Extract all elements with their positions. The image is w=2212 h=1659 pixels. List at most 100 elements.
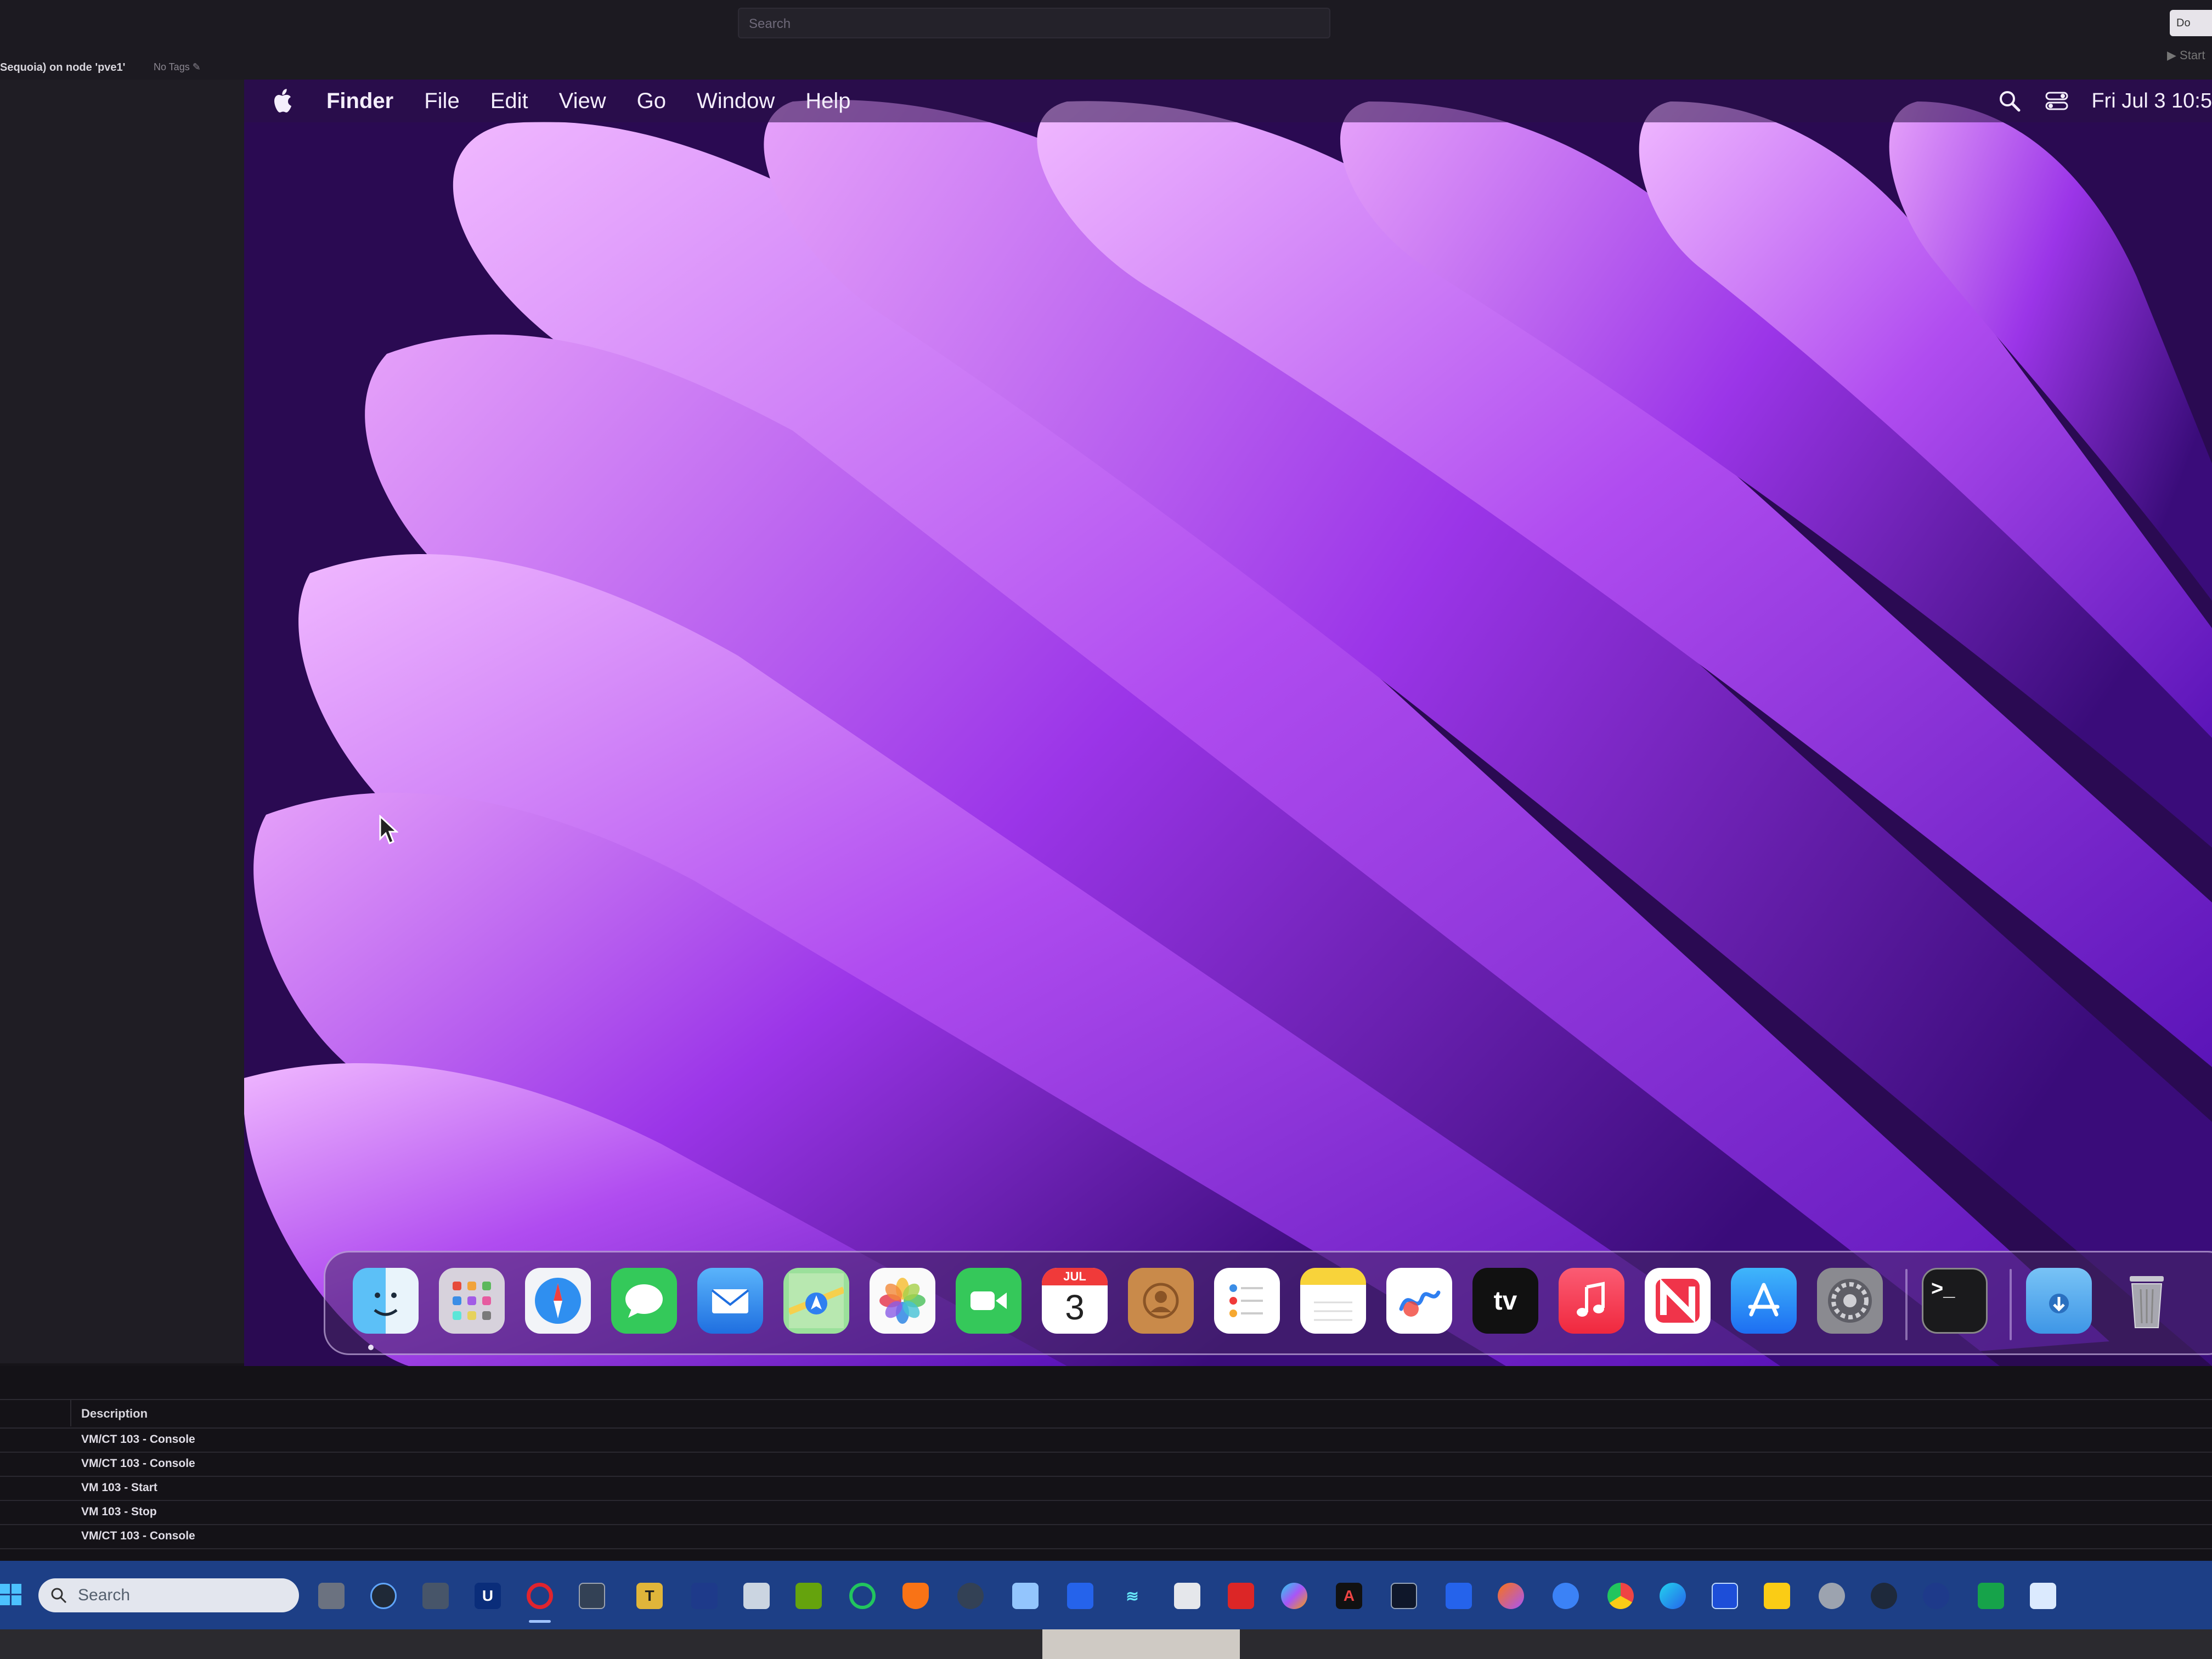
control-center-icon[interactable] bbox=[2044, 88, 2069, 114]
tags-label[interactable]: No Tags ✎ bbox=[154, 61, 201, 73]
downloads-folder-icon[interactable] bbox=[2026, 1268, 2092, 1334]
mail-icon[interactable] bbox=[697, 1268, 763, 1334]
photos-icon[interactable] bbox=[870, 1268, 935, 1334]
trash-icon[interactable] bbox=[2114, 1268, 2180, 1334]
table-row[interactable]: VM/CT 103 - Console bbox=[0, 1452, 2212, 1477]
table-row[interactable]: VM/CT 103 - Console bbox=[0, 1524, 2212, 1549]
minecraft-icon[interactable] bbox=[1978, 1583, 2004, 1609]
remote-desktop-icon[interactable] bbox=[579, 1583, 605, 1609]
table-row[interactable]: VM/CT 103 - Console bbox=[0, 1427, 2212, 1453]
proxmox-documentation-button[interactable]: Do bbox=[2170, 10, 2212, 36]
vm-title: Sequoia) on node 'pve1' bbox=[0, 61, 126, 74]
menu-view[interactable]: View bbox=[559, 89, 606, 114]
mac-menu-bar: Finder File Edit View Go Window Help Fri… bbox=[244, 80, 2212, 122]
opera-icon[interactable] bbox=[527, 1583, 553, 1609]
dock-separator bbox=[1905, 1269, 1908, 1340]
t-app-icon[interactable]: T bbox=[636, 1583, 663, 1609]
news-icon[interactable] bbox=[1645, 1268, 1711, 1334]
calendar-icon[interactable]: JUL 3 bbox=[1042, 1268, 1108, 1334]
snipping-tool-icon[interactable] bbox=[743, 1583, 770, 1609]
menu-bar-clock[interactable]: Fri Jul 3 10:5 bbox=[2091, 89, 2212, 113]
messages-icon[interactable] bbox=[611, 1268, 677, 1334]
pen-app-icon[interactable] bbox=[1067, 1583, 1093, 1609]
tags-text: No Tags bbox=[154, 61, 190, 72]
task-description: VM 103 - Stop bbox=[81, 1505, 157, 1518]
pencil-icon[interactable]: ✎ bbox=[193, 61, 201, 72]
windows-taskbar: Search U T ≋ A bbox=[0, 1561, 2212, 1629]
chrome-icon[interactable] bbox=[1607, 1583, 1634, 1609]
task-table-header bbox=[0, 1399, 2212, 1429]
terminal-app-icon[interactable] bbox=[1391, 1583, 1417, 1609]
menu-window[interactable]: Window bbox=[697, 89, 775, 114]
table-row[interactable]: VM 103 - Stop bbox=[0, 1500, 2212, 1525]
powershell-icon[interactable] bbox=[691, 1583, 718, 1609]
network-app-icon[interactable] bbox=[1553, 1583, 1579, 1609]
copilot-icon[interactable] bbox=[1281, 1583, 1307, 1609]
proxmox-start-button[interactable]: ▶ Start bbox=[2167, 48, 2205, 63]
calendar-day: 3 bbox=[1065, 1288, 1085, 1327]
wallpaper bbox=[244, 80, 2212, 1366]
vscode-icon[interactable] bbox=[1446, 1583, 1472, 1609]
menu-edit[interactable]: Edit bbox=[490, 89, 528, 114]
finder-icon[interactable] bbox=[353, 1268, 419, 1334]
windows-start-icon[interactable] bbox=[0, 1584, 22, 1606]
menu-go[interactable]: Go bbox=[637, 89, 666, 114]
freeform-icon[interactable] bbox=[1386, 1268, 1452, 1334]
description-column-header[interactable]: Description bbox=[81, 1407, 148, 1421]
system-settings-icon[interactable] bbox=[1817, 1268, 1883, 1334]
safari-icon[interactable] bbox=[525, 1268, 591, 1334]
steam-icon[interactable] bbox=[1923, 1583, 1949, 1609]
display-app-icon[interactable] bbox=[1012, 1583, 1039, 1609]
wave-app-icon[interactable]: ≋ bbox=[1119, 1583, 1146, 1609]
apple-icon[interactable] bbox=[273, 88, 295, 114]
camera-app-icon[interactable] bbox=[370, 1583, 397, 1609]
launchpad-icon[interactable] bbox=[439, 1268, 505, 1334]
apple-tv-icon[interactable]: tv bbox=[1472, 1268, 1538, 1334]
tv-label: tv bbox=[1493, 1286, 1517, 1316]
sync-icon[interactable] bbox=[849, 1583, 876, 1609]
widgets-icon[interactable] bbox=[422, 1583, 449, 1609]
facetime-icon[interactable] bbox=[956, 1268, 1022, 1334]
adobe-icon[interactable]: A bbox=[1336, 1583, 1362, 1609]
menu-finder[interactable]: Finder bbox=[326, 89, 393, 114]
menu-file[interactable]: File bbox=[424, 89, 459, 114]
calendar-month: JUL bbox=[1042, 1268, 1108, 1285]
paper-on-desk bbox=[1042, 1629, 1240, 1659]
phone-link-icon[interactable] bbox=[1712, 1583, 1738, 1609]
reminders-icon[interactable] bbox=[1214, 1268, 1280, 1334]
settings-gear-icon[interactable] bbox=[957, 1583, 984, 1609]
menu-help[interactable]: Help bbox=[805, 89, 850, 114]
column-divider[interactable] bbox=[70, 1399, 71, 1426]
brave-icon[interactable] bbox=[902, 1583, 929, 1609]
finder-running-indicator bbox=[368, 1345, 374, 1350]
red-app-icon[interactable] bbox=[1228, 1583, 1254, 1609]
maps-icon[interactable] bbox=[783, 1268, 849, 1334]
u-label: U bbox=[482, 1587, 494, 1604]
proxmox-search-input[interactable]: Search bbox=[738, 8, 1330, 38]
t-label: T bbox=[645, 1587, 654, 1604]
utility-app-icon[interactable] bbox=[1819, 1583, 1845, 1609]
terminal-icon[interactable]: >_ bbox=[1922, 1268, 1988, 1334]
app-store-icon[interactable] bbox=[1731, 1268, 1797, 1334]
spotlight-search-icon[interactable] bbox=[1997, 88, 2022, 114]
task-description: VM/CT 103 - Console bbox=[81, 1433, 195, 1446]
vm-console-screen[interactable]: Finder File Edit View Go Window Help Fri… bbox=[244, 80, 2212, 1366]
proxmox-header: Search Do ▶ Start Sequoia) on node 'pve1… bbox=[0, 0, 2212, 80]
firefox-icon[interactable] bbox=[1498, 1583, 1524, 1609]
game-controller-icon[interactable] bbox=[1174, 1583, 1200, 1609]
terminal-prompt: >_ bbox=[1931, 1277, 1955, 1300]
notepad-icon[interactable] bbox=[2030, 1583, 2056, 1609]
task-view-icon[interactable] bbox=[318, 1583, 345, 1609]
taskbar-search-box[interactable]: Search bbox=[38, 1578, 299, 1612]
dock-separator bbox=[2010, 1269, 2012, 1340]
notes-icon[interactable] bbox=[1300, 1268, 1366, 1334]
notepad-green-icon[interactable] bbox=[795, 1583, 822, 1609]
dark-app-icon[interactable] bbox=[1871, 1583, 1897, 1609]
contacts-icon[interactable] bbox=[1128, 1268, 1194, 1334]
edge-icon[interactable] bbox=[1660, 1583, 1686, 1609]
music-icon[interactable] bbox=[1559, 1268, 1624, 1334]
task-log-panel: Description VM/CT 103 - Console VM/CT 10… bbox=[0, 1366, 2212, 1561]
u-app-icon[interactable]: U bbox=[475, 1583, 501, 1609]
table-row[interactable]: VM 103 - Start bbox=[0, 1476, 2212, 1501]
file-explorer-icon[interactable] bbox=[1764, 1583, 1790, 1609]
